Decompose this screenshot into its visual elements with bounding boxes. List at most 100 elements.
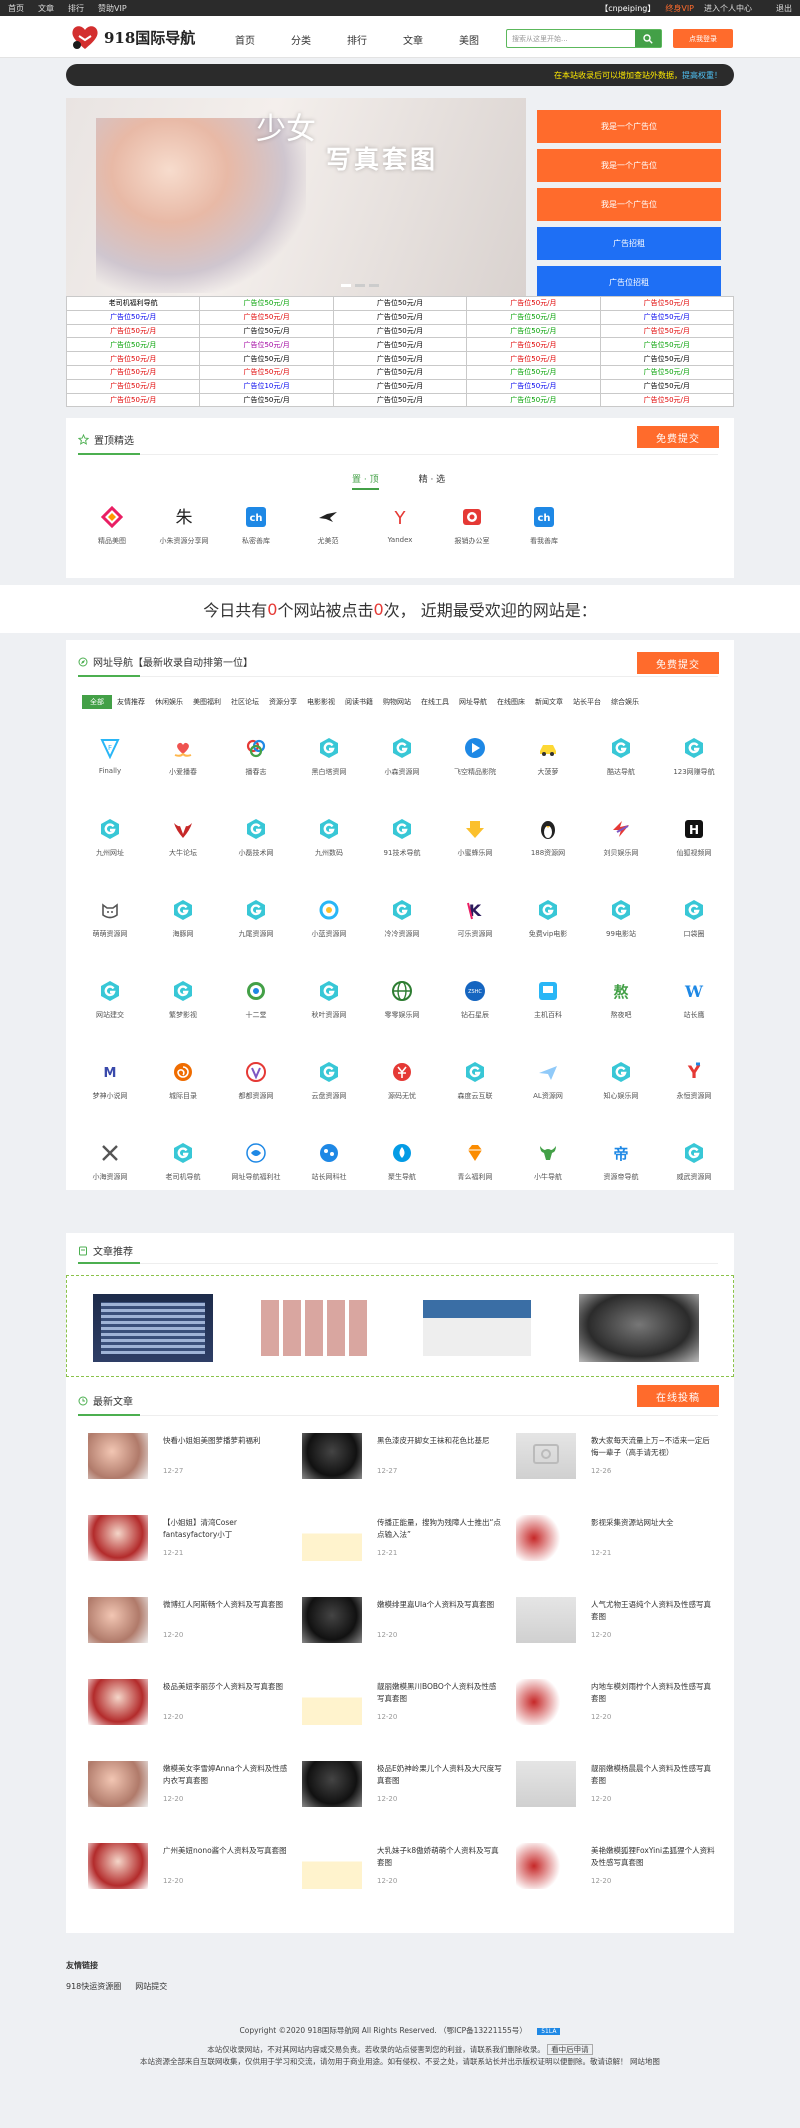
article-thumb[interactable] bbox=[88, 1843, 148, 1889]
username[interactable]: 【cnpeiping】 bbox=[600, 3, 655, 14]
site-item[interactable]: ZSHC 钻石星辰 bbox=[439, 980, 511, 1020]
site-item[interactable]: 站长网科社 bbox=[293, 1142, 365, 1182]
site-item[interactable]: 99电影站 bbox=[585, 899, 657, 939]
site-item[interactable]: 城际目录 bbox=[147, 1061, 219, 1101]
stats-badge[interactable]: 51LA bbox=[537, 2028, 561, 2035]
ad-cell[interactable]: 广告位50元/月 bbox=[65, 323, 201, 339]
article-item[interactable]: 影视采集资源站网址大全 12-21 bbox=[516, 1515, 716, 1575]
nav-item-1[interactable]: 分类 bbox=[291, 32, 347, 47]
ad-cell[interactable]: 广告位50元/月 bbox=[332, 378, 468, 394]
site-item[interactable]: 九尾资源网 bbox=[220, 899, 292, 939]
ad-cell[interactable]: 广告位50元/月 bbox=[599, 337, 735, 353]
site-item[interactable]: 小牛导航 bbox=[512, 1142, 584, 1182]
featured-item[interactable]: Y Yandex bbox=[364, 506, 436, 544]
article-item[interactable]: 人气尤物王语纯个人资料及性感写真套图 12-20 bbox=[516, 1597, 716, 1657]
nav-item-2[interactable]: 排行 bbox=[347, 32, 403, 47]
article-title[interactable]: 人气尤物王语纯个人资料及性感写真套图 bbox=[591, 1599, 716, 1623]
featured-item[interactable]: 尤美范 bbox=[292, 506, 364, 546]
recommend-thumb-2[interactable] bbox=[255, 1294, 375, 1362]
side-ad-2[interactable]: 我是一个广告位 bbox=[537, 188, 721, 221]
site-item[interactable]: 九州数码 bbox=[293, 818, 365, 858]
ad-cell[interactable]: 广告位50元/月 bbox=[599, 323, 735, 339]
article-thumb[interactable] bbox=[516, 1433, 576, 1479]
category-tag[interactable]: 休闲娱乐 bbox=[150, 697, 188, 707]
article-thumb[interactable] bbox=[302, 1761, 362, 1807]
ad-cell[interactable]: 广告位50元/月 bbox=[65, 337, 201, 353]
site-item[interactable]: 91技术导航 bbox=[366, 818, 438, 858]
site-item[interactable]: 酷达导航 bbox=[585, 737, 657, 777]
tab-pinned[interactable]: 置 · 顶 bbox=[352, 472, 379, 490]
site-item[interactable]: 云盘资源网 bbox=[293, 1061, 365, 1101]
site-item[interactable]: 大菠萝 bbox=[512, 737, 584, 777]
site-item[interactable]: W 站长鹰 bbox=[658, 980, 730, 1020]
site-item[interactable]: M 梦神小说网 bbox=[74, 1061, 146, 1101]
article-thumb[interactable] bbox=[88, 1761, 148, 1807]
article-title[interactable]: 大乳妹子k8傲娇萌萌个人资料及写真套图 bbox=[377, 1845, 502, 1869]
sitemap-link[interactable]: 网站地图 bbox=[630, 2057, 660, 2066]
article-title[interactable]: 【小姐姐】清湾Coser fantasyfactory小丁 bbox=[163, 1517, 288, 1541]
ad-cell[interactable]: 广告位50元/月 bbox=[332, 337, 468, 353]
site-item[interactable]: 口袋圈 bbox=[658, 899, 730, 939]
article-thumb[interactable] bbox=[88, 1433, 148, 1479]
site-item[interactable]: 秋叶资源网 bbox=[293, 980, 365, 1020]
topbar-link-3[interactable]: 赞助VIP bbox=[98, 4, 127, 13]
article-item[interactable]: 靓丽嫩模黑川BOBO个人资料及性感写真套图 12-20 bbox=[302, 1679, 502, 1739]
ad-cell[interactable]: 广告位50元/月 bbox=[199, 296, 334, 311]
site-item[interactable]: F Finally bbox=[74, 737, 146, 775]
tab-selected[interactable]: 精 · 选 bbox=[419, 472, 446, 490]
ad-cell[interactable]: 广告位50元/月 bbox=[199, 392, 334, 408]
article-item[interactable]: 美艳嫩模狐狸FoxYini孟狐狸个人资料及性感写真套图 12-20 bbox=[516, 1843, 716, 1903]
category-tag[interactable]: 电影影视 bbox=[302, 697, 340, 707]
article-title[interactable]: 极品E奶神岭果儿个人资料及大尺度写真套图 bbox=[377, 1763, 502, 1787]
friend-link-1[interactable]: 918快运资源圈 bbox=[66, 1981, 121, 1992]
article-thumb[interactable] bbox=[516, 1843, 576, 1889]
article-thumb[interactable] bbox=[516, 1679, 576, 1725]
nav-item-0[interactable]: 首页 bbox=[235, 32, 291, 47]
article-item[interactable]: 【小姐姐】清湾Coser fantasyfactory小丁 12-21 bbox=[88, 1515, 288, 1575]
ad-cell[interactable]: 广告位50元/月 bbox=[466, 364, 601, 380]
article-title[interactable]: 靓丽嫩模黑川BOBO个人资料及性感写真套图 bbox=[377, 1681, 502, 1705]
site-item[interactable]: 海豚网 bbox=[147, 899, 219, 939]
article-thumb[interactable] bbox=[516, 1597, 576, 1643]
site-item[interactable]: 小爱播春 bbox=[147, 737, 219, 777]
site-item[interactable]: 黑白塔资网 bbox=[293, 737, 365, 777]
featured-item[interactable]: 朱小朱资源分享网 bbox=[148, 506, 220, 546]
article-title[interactable]: 微博红人阿斯畅个人资料及写真套图 bbox=[163, 1599, 288, 1611]
side-ad-0[interactable]: 我是一个广告位 bbox=[537, 110, 721, 143]
article-title[interactable]: 教大家每天流量上万~不适来一定后悔一辈子（高手请无视） bbox=[591, 1435, 716, 1459]
site-item[interactable]: 188资源网 bbox=[512, 818, 584, 858]
article-title[interactable]: 快看小姐姐美图萝播萝莉福利 bbox=[163, 1435, 288, 1447]
free-submit-button[interactable]: 免费提交 bbox=[637, 426, 719, 448]
slider-dots[interactable] bbox=[341, 284, 379, 287]
login-button[interactable]: 点我登录 bbox=[673, 29, 733, 48]
article-item[interactable]: 极品美妞李丽莎个人资料及写真套图 12-20 bbox=[88, 1679, 288, 1739]
site-item[interactable]: 青么福利网 bbox=[439, 1142, 511, 1182]
site-item[interactable]: 老司机导航 bbox=[147, 1142, 219, 1182]
ad-cell[interactable]: 广告位50元/月 bbox=[65, 392, 201, 408]
ad-cell[interactable]: 广告位50元/月 bbox=[599, 296, 735, 311]
category-tag[interactable]: 在线工具 bbox=[416, 697, 454, 707]
category-tag[interactable]: 站长平台 bbox=[568, 697, 606, 707]
recommend-thumb-4[interactable] bbox=[579, 1294, 699, 1362]
article-thumb[interactable] bbox=[516, 1761, 576, 1807]
topbar-link-2[interactable]: 排行 bbox=[68, 4, 84, 13]
article-item[interactable]: 广州美妞nono酱个人资料及写真套图 12-20 bbox=[88, 1843, 288, 1903]
site-item[interactable]: 源码无忧 bbox=[366, 1061, 438, 1101]
search-button[interactable] bbox=[635, 30, 661, 47]
site-item[interactable]: 九州网址 bbox=[74, 818, 146, 858]
site-item[interactable]: 知心娱乐网 bbox=[585, 1061, 657, 1101]
featured-item[interactable]: 报销办公室 bbox=[436, 506, 508, 546]
site-item[interactable]: H 仙狐视频网 bbox=[658, 818, 730, 858]
site-item[interactable]: 都都资源网 bbox=[220, 1061, 292, 1101]
article-thumb[interactable] bbox=[302, 1843, 362, 1889]
category-tag[interactable]: 网址导航 bbox=[454, 697, 492, 707]
site-item[interactable]: 小蓝资源网 bbox=[293, 899, 365, 939]
site-item[interactable]: 小磊技术网 bbox=[220, 818, 292, 858]
site-item[interactable]: 小蜜蜂乐网 bbox=[439, 818, 511, 858]
article-thumb[interactable] bbox=[88, 1597, 148, 1643]
ad-cell[interactable]: 广告位50元/月 bbox=[65, 364, 201, 380]
article-item[interactable]: 极品E奶神岭果儿个人资料及大尺度写真套图 12-20 bbox=[302, 1761, 502, 1821]
ad-cell[interactable]: 广告位50元/月 bbox=[332, 323, 468, 339]
article-item[interactable]: 黑色漆皮开脚女王袜和花色比基尼 12-27 bbox=[302, 1433, 502, 1493]
ad-cell[interactable]: 广告位50元/月 bbox=[466, 296, 601, 311]
